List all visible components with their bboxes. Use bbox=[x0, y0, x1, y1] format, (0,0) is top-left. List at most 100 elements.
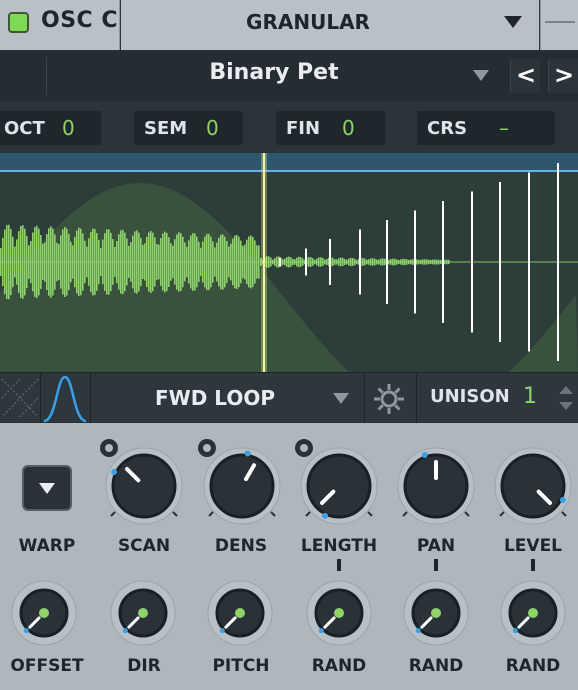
granular-oscillator: OSC C GRANULAR Binary Pet < > OCT 0 SEM … bbox=[0, 0, 578, 690]
length-random-knob-mod-dot bbox=[318, 628, 324, 634]
pan-random-knob-mod-dot bbox=[415, 628, 421, 634]
semitone-field[interactable]: SEM 0 bbox=[134, 111, 243, 145]
minus-icon bbox=[545, 21, 575, 23]
level-label: LEVEL bbox=[503, 536, 563, 556]
direction-label: DIR bbox=[127, 656, 161, 676]
pan-knob-mod-dot bbox=[421, 451, 428, 458]
coarse-value: – bbox=[499, 116, 509, 140]
knob-tick bbox=[464, 511, 470, 517]
level-knob bbox=[500, 453, 566, 519]
granular-knob-panel: WARP SCAN DENS LENGTH PAN LEVEL OFFSET D… bbox=[0, 423, 578, 690]
scan-knob bbox=[111, 453, 177, 519]
osc-title: OSC C bbox=[41, 8, 118, 33]
preset-dropdown-icon[interactable] bbox=[473, 70, 489, 81]
pitch-controls: OCT 0 SEM 0 FIN 0 CRS – bbox=[0, 101, 578, 153]
waveform-display[interactable] bbox=[0, 153, 578, 372]
knob-link-indicator bbox=[434, 559, 438, 571]
unison-stepper[interactable] bbox=[556, 383, 576, 413]
level-random-knob-mod-dot bbox=[512, 628, 518, 634]
octave-field[interactable]: OCT 0 bbox=[0, 111, 101, 145]
knob-tick bbox=[305, 511, 311, 517]
pitch-knob-center-led bbox=[235, 608, 245, 618]
length-random-label: RAND bbox=[311, 656, 367, 676]
direction-knob-center-led bbox=[138, 608, 148, 618]
grain-envelope-shape bbox=[0, 183, 578, 372]
oscillator-mode-label: GRANULAR bbox=[246, 10, 370, 34]
modulation-slot-hole bbox=[203, 444, 211, 452]
scan-knob-mod-dot bbox=[111, 469, 118, 476]
divider bbox=[46, 57, 47, 95]
knob-tick bbox=[270, 511, 276, 517]
minimize-button[interactable] bbox=[540, 0, 578, 50]
offset-label: OFFSET bbox=[10, 656, 84, 676]
fine-label: FIN bbox=[286, 118, 321, 139]
divider bbox=[90, 373, 91, 423]
pan-random-knob-center-led bbox=[431, 608, 441, 618]
modulation-slot-hole bbox=[105, 444, 113, 452]
oscillator-mode-dropdown[interactable]: GRANULAR bbox=[121, 0, 539, 50]
knob-tick bbox=[402, 511, 408, 517]
grain-window-icon[interactable] bbox=[41, 373, 89, 423]
knob-tick bbox=[110, 511, 116, 517]
playback-mode-label[interactable]: FWD LOOP bbox=[92, 386, 338, 410]
preset-prev-label: < bbox=[515, 61, 537, 89]
pan-random-label: RAND bbox=[408, 656, 464, 676]
osc-title-panel: OSC C bbox=[0, 0, 120, 50]
level-random-label: RAND bbox=[505, 656, 561, 676]
coarse-field[interactable]: CRS – bbox=[417, 111, 555, 145]
knob-link-indicator bbox=[337, 559, 341, 571]
fine-value: 0 bbox=[342, 116, 355, 140]
offset-knob-mod-dot bbox=[23, 628, 29, 634]
preset-bar: Binary Pet < > bbox=[0, 51, 578, 101]
scan-label: SCAN bbox=[117, 536, 171, 556]
knob-tick bbox=[172, 511, 178, 517]
unison-down-icon[interactable] bbox=[559, 402, 573, 410]
unison-value[interactable]: 1 bbox=[523, 384, 537, 409]
length-knob bbox=[306, 453, 372, 519]
oscillator-header: OSC C GRANULAR bbox=[0, 0, 578, 50]
preset-name[interactable]: Binary Pet bbox=[48, 60, 500, 85]
length-label: LENGTH bbox=[300, 536, 378, 556]
knob-tick bbox=[499, 511, 505, 517]
grain-envelope-fill bbox=[0, 183, 578, 372]
knob-link-indicator bbox=[531, 559, 535, 571]
semitone-label: SEM bbox=[144, 118, 188, 139]
level-random-knob-center-led bbox=[528, 608, 538, 618]
preset-next-label: > bbox=[553, 61, 575, 89]
direction-knob-mod-dot bbox=[122, 628, 128, 634]
fine-field[interactable]: FIN 0 bbox=[276, 111, 385, 145]
unison-label: UNISON bbox=[430, 386, 510, 407]
chevron-down-icon[interactable] bbox=[333, 393, 349, 404]
knob-tick bbox=[208, 511, 214, 517]
density-knob-mod-dot bbox=[244, 450, 251, 457]
density-knob bbox=[209, 453, 275, 519]
length-knob-mod-dot bbox=[322, 512, 329, 519]
previous-preset-button[interactable]: < bbox=[510, 59, 540, 93]
gear-icon[interactable] bbox=[372, 382, 406, 416]
unison-up-icon[interactable] bbox=[559, 386, 573, 394]
knob-tick bbox=[367, 511, 373, 517]
scan-range-bar[interactable] bbox=[0, 153, 578, 171]
divider bbox=[364, 373, 365, 423]
divider bbox=[416, 373, 417, 423]
level-knob-mod-dot bbox=[559, 496, 566, 503]
octave-value: 0 bbox=[62, 116, 75, 140]
pitch-knob-mod-dot bbox=[219, 628, 225, 634]
random-shape-icon[interactable] bbox=[0, 373, 40, 423]
octave-label: OCT bbox=[4, 118, 45, 139]
density-label: DENS bbox=[214, 536, 268, 556]
length-random-knob-center-led bbox=[334, 608, 344, 618]
osc-toolbar: FWD LOOP UNISON 1 bbox=[0, 372, 578, 423]
pitch-label: PITCH bbox=[212, 656, 270, 676]
next-preset-button[interactable]: > bbox=[548, 59, 578, 93]
offset-knob-center-led bbox=[39, 608, 49, 618]
coarse-label: CRS bbox=[427, 118, 468, 139]
knobs-svg bbox=[11, 439, 572, 646]
waveform-svg bbox=[0, 153, 578, 372]
modulation-slot-hole bbox=[300, 444, 308, 452]
chevron-down-icon bbox=[504, 16, 522, 28]
semitone-value: 0 bbox=[206, 116, 219, 140]
oscillator-power-toggle[interactable] bbox=[8, 12, 29, 33]
pan-label: PAN bbox=[416, 536, 456, 556]
knob-tick bbox=[561, 511, 567, 517]
